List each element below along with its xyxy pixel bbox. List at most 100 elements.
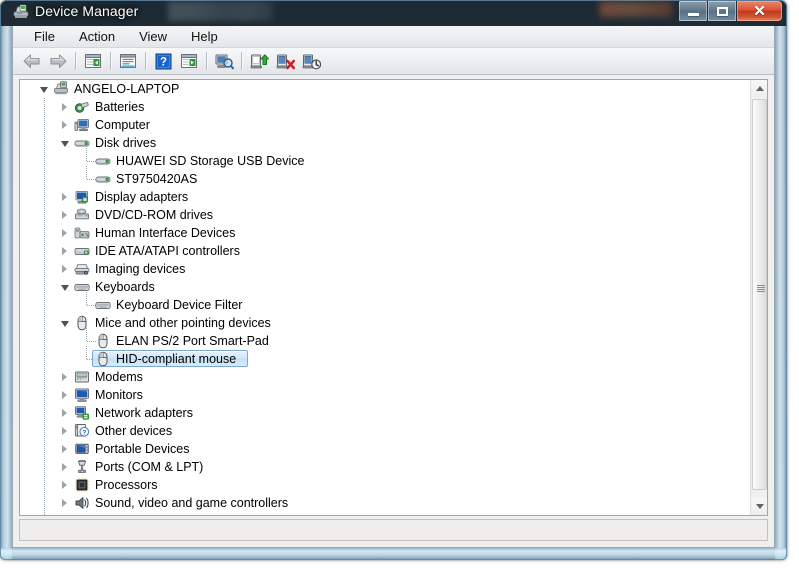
tree-expand-arrow-icon-expanded[interactable] xyxy=(59,281,70,292)
tree-item-label: HID-compliant mouse xyxy=(116,352,237,366)
tree-item-label: Processors xyxy=(95,478,158,492)
menu-file[interactable]: File xyxy=(25,27,64,46)
tree-item-label: ELAN PS/2 Port Smart-Pad xyxy=(116,334,269,348)
tree-item[interactable]: Disk drives xyxy=(20,134,751,152)
window-border-right xyxy=(775,26,787,560)
mouse-icon xyxy=(74,315,90,331)
tree-expand-arrow-icon-collapsed[interactable] xyxy=(59,263,70,274)
tree-item[interactable]: Network adapters xyxy=(20,404,751,422)
mouse-icon xyxy=(95,333,111,349)
toolbar-separator-4 xyxy=(206,52,207,70)
tree-expand-arrow-icon-collapsed[interactable] xyxy=(59,461,70,472)
tree-item[interactable]: Keyboards xyxy=(20,278,751,296)
toolbar-separator-1 xyxy=(75,52,76,70)
properties-button[interactable] xyxy=(116,50,140,73)
tree-expand-arrow-icon-collapsed[interactable] xyxy=(59,209,70,220)
vertical-scrollbar[interactable] xyxy=(750,80,767,515)
chevron-icon xyxy=(62,498,67,507)
tree-expand-arrow-icon-expanded[interactable] xyxy=(38,83,49,94)
tree-item[interactable]: ST9750420AS xyxy=(20,170,751,188)
tree-expand-arrow-icon-collapsed[interactable] xyxy=(59,497,70,508)
tree-item[interactable]: IDE ATA/ATAPI controllers xyxy=(20,242,751,260)
other-device-icon: ? xyxy=(74,423,90,439)
tree-item[interactable]: Portable Devices xyxy=(20,440,751,458)
tree-item[interactable]: Imaging devices xyxy=(20,260,751,278)
tree-item-label: System devices xyxy=(95,512,183,515)
tree-item[interactable]: Modems xyxy=(20,368,751,386)
menu-help[interactable]: Help xyxy=(182,27,227,46)
tree-expand-arrow-icon-collapsed[interactable] xyxy=(59,479,70,490)
toolbar-separator-3 xyxy=(145,52,146,70)
disable-device-button[interactable] xyxy=(299,50,323,73)
tree-item[interactable]: Computer xyxy=(20,116,751,134)
tree-item[interactable]: Ports (COM & LPT) xyxy=(20,458,751,476)
tree-expand-arrow-icon-collapsed[interactable] xyxy=(59,425,70,436)
tree-item[interactable]: ELAN PS/2 Port Smart-Pad xyxy=(20,332,751,350)
tree-item[interactable]: Monitors xyxy=(20,386,751,404)
tree-expand-arrow-icon-collapsed[interactable] xyxy=(59,443,70,454)
monitor-icon xyxy=(74,387,90,403)
tree-item[interactable]: Keyboard Device Filter xyxy=(20,296,751,314)
maximize-icon xyxy=(716,6,728,16)
tree-expand-arrow-icon-collapsed[interactable] xyxy=(59,371,70,382)
tree-item[interactable]: Human Interface Devices xyxy=(20,224,751,242)
tree-item[interactable]: ? Other devices xyxy=(20,422,751,440)
device-tree-pane[interactable]: ANGELO-LAPTOP Batteries Computer Disk drive… xyxy=(19,79,768,516)
chevron-icon xyxy=(60,320,69,327)
tree-item-label: Imaging devices xyxy=(95,262,186,276)
tree-expand-arrow-icon-collapsed[interactable] xyxy=(59,191,70,202)
tree-expand-arrow-icon-collapsed[interactable] xyxy=(59,389,70,400)
tree-item[interactable]: Batteries xyxy=(20,98,751,116)
chevron-icon xyxy=(62,408,67,417)
tree-expand-arrow-icon-collapsed[interactable] xyxy=(59,245,70,256)
tree-expand-arrow-icon-collapsed[interactable] xyxy=(59,119,70,130)
update-driver-button[interactable] xyxy=(247,50,271,73)
toolbar: ? xyxy=(13,48,774,75)
help-button[interactable]: ? xyxy=(151,50,175,73)
scroll-down-button[interactable] xyxy=(751,498,767,515)
chevron-icon xyxy=(62,444,67,453)
status-cell-main xyxy=(20,520,774,540)
mouse-icon xyxy=(95,351,111,367)
back-button[interactable] xyxy=(20,50,44,73)
tree-expand-arrow-icon-collapsed[interactable] xyxy=(59,101,70,112)
tree-item-selected[interactable]: HID-compliant mouse xyxy=(20,350,751,368)
chevron-icon xyxy=(62,120,67,129)
show-window-button[interactable] xyxy=(177,50,201,73)
system-device-icon xyxy=(74,513,90,515)
chevron-icon xyxy=(62,390,67,399)
scan-for-hardware-changes-button[interactable] xyxy=(212,50,236,73)
scroll-thumb[interactable] xyxy=(752,99,767,490)
toolbar-separator-5 xyxy=(241,52,242,70)
scroll-up-button[interactable] xyxy=(751,80,767,97)
menu-action[interactable]: Action xyxy=(70,27,124,46)
tree-item-label: Modems xyxy=(95,370,143,384)
window-controls: ✕ xyxy=(679,1,782,21)
tree-item[interactable]: Processors xyxy=(20,476,751,494)
tree-expand-arrow-icon-expanded[interactable] xyxy=(59,317,70,328)
tree-expand-arrow-icon-collapsed[interactable] xyxy=(59,227,70,238)
tree-expand-arrow-icon-collapsed[interactable] xyxy=(59,407,70,418)
tree-item[interactable]: Mice and other pointing devices xyxy=(20,314,751,332)
minimize-button[interactable] xyxy=(679,1,707,21)
close-button[interactable]: ✕ xyxy=(737,1,782,21)
tree-item-label: Disk drives xyxy=(95,136,157,150)
title-bar[interactable]: Device Manager ✕ xyxy=(0,0,787,26)
show-hide-console-tree-button[interactable] xyxy=(81,50,105,73)
disk-drive-icon xyxy=(95,153,111,169)
menu-view[interactable]: View xyxy=(130,27,176,46)
tree-item-label: Computer xyxy=(95,118,150,132)
uninstall-device-button[interactable] xyxy=(273,50,297,73)
maximize-button[interactable] xyxy=(708,1,736,21)
tree-item[interactable]: HUAWEI SD Storage USB Device xyxy=(20,152,751,170)
chevron-icon xyxy=(62,426,67,435)
tree-expand-arrow-icon-expanded[interactable] xyxy=(59,137,70,148)
forward-button[interactable] xyxy=(46,50,70,73)
tree-item[interactable]: ANGELO-LAPTOP xyxy=(20,80,751,98)
tree-item[interactable]: DVD/CD-ROM drives xyxy=(20,206,751,224)
chevron-icon xyxy=(62,246,67,255)
device-manager-icon xyxy=(13,4,29,18)
tree-item[interactable]: Display adapters xyxy=(20,188,751,206)
tree-item[interactable]: System devices xyxy=(20,512,751,515)
tree-item[interactable]: Sound, video and game controllers xyxy=(20,494,751,512)
